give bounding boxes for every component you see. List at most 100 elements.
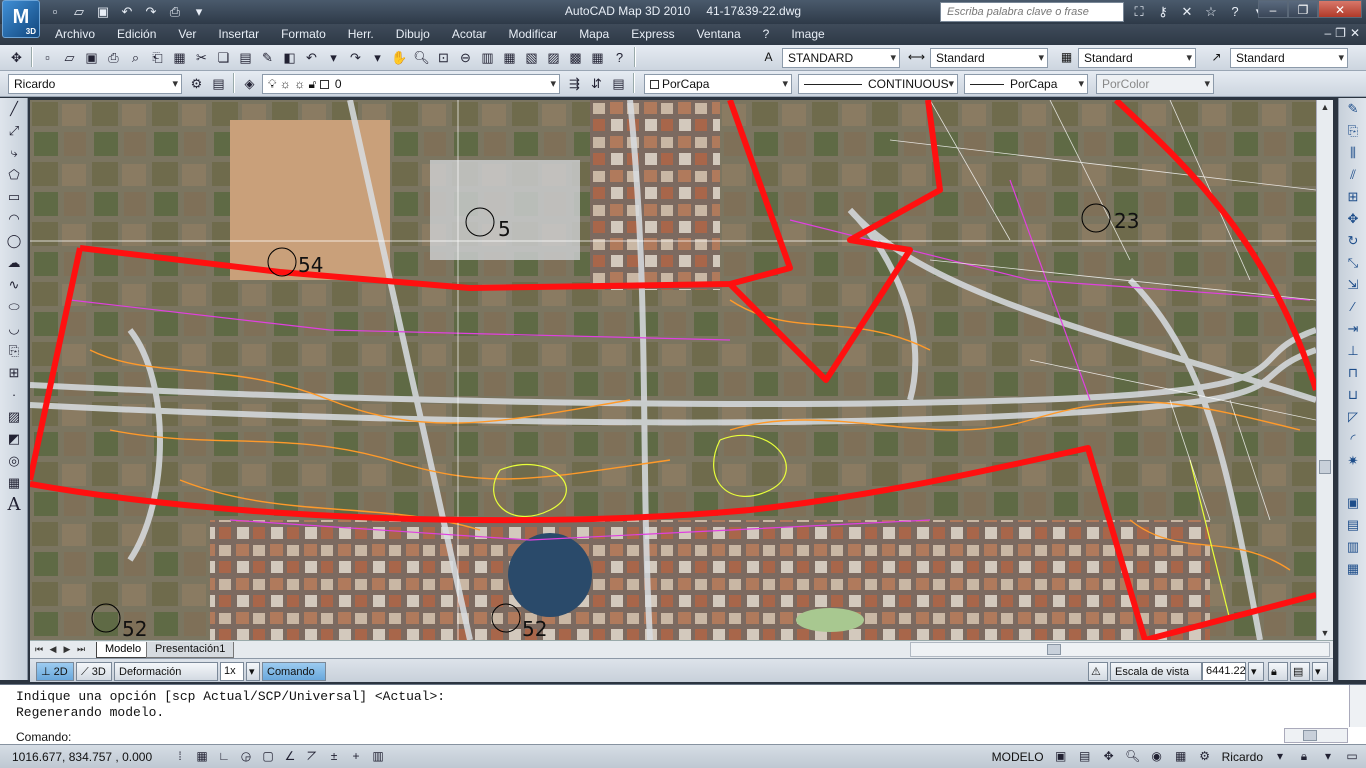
command-scrollbar[interactable] xyxy=(1349,685,1366,727)
ortho-icon[interactable]: ∟ xyxy=(214,747,234,766)
3d-dwf-icon[interactable]: ▦ xyxy=(169,47,190,68)
qat-dropdown-icon[interactable]: ▾ xyxy=(188,2,210,22)
erase-icon[interactable]: ✎ xyxy=(1340,98,1366,120)
layer-select[interactable]: 💡︎ ☼ ☼ 🔓︎ 0 xyxy=(262,74,560,94)
multiline-text-icon[interactable]: A xyxy=(1,494,27,516)
paste-icon[interactable]: ▤ xyxy=(235,47,256,68)
polar-tracking-icon[interactable]: ◶ xyxy=(236,747,256,766)
workspace-select[interactable]: Ricardo xyxy=(8,74,182,94)
mode-3d-button[interactable]: ⟋ 3D xyxy=(76,662,112,681)
lock-icon[interactable]: 🔒︎ xyxy=(1268,662,1288,681)
copy-icon[interactable]: ❏ xyxy=(213,47,234,68)
dim-style-icon[interactable]: ⟷ xyxy=(906,47,927,68)
minimize-button[interactable]: – xyxy=(1258,0,1288,18)
design-center-icon[interactable]: ▦ xyxy=(499,47,520,68)
zoom-realtime-icon[interactable]: 🔍︎ xyxy=(411,47,432,68)
plot-preview-icon[interactable]: ⌕ xyxy=(125,47,146,68)
workspace-status[interactable]: Ricardo xyxy=(1219,750,1266,764)
explode-icon[interactable]: ✷ xyxy=(1340,450,1366,472)
horizontal-scroll-thumb[interactable] xyxy=(1047,644,1061,655)
workspace-switch-icon[interactable]: ⚙ xyxy=(1195,747,1215,766)
extend-icon[interactable]: ⇥ xyxy=(1340,318,1366,340)
plot-icon[interactable]: ⎙ xyxy=(103,47,124,68)
zoom-status-icon[interactable]: 🔍︎ xyxy=(1123,747,1143,766)
new-drawing-icon[interactable]: ▫ xyxy=(37,47,58,68)
mleader-style-select[interactable]: Standard xyxy=(1230,48,1348,68)
redo-dropdown-icon[interactable]: ▾ xyxy=(367,47,388,68)
dynamic-input-icon[interactable]: ± xyxy=(324,747,344,766)
quick-properties-icon[interactable]: ▥ xyxy=(368,747,388,766)
table-style-select[interactable]: Standard xyxy=(1078,48,1196,68)
polyline-icon[interactable]: ⤷ xyxy=(1,142,27,164)
command-scroll-thumb[interactable] xyxy=(1303,730,1317,741)
zoom-window-icon[interactable]: ⊡ xyxy=(433,47,454,68)
tool-palettes-icon[interactable]: ▧ xyxy=(521,47,542,68)
command-horizontal-scrollbar[interactable] xyxy=(1284,728,1348,743)
save-drawing-icon[interactable]: ▣ xyxy=(81,47,102,68)
map-status-menu-icon[interactable]: ▾ xyxy=(1312,662,1328,681)
workspace-dropdown-icon[interactable]: ▾ xyxy=(1270,747,1290,766)
vertical-scrollbar[interactable]: ▲ ▼ xyxy=(1316,100,1333,640)
line-icon[interactable]: ╱ xyxy=(1,98,27,120)
print-icon[interactable]: ⎙ xyxy=(164,2,186,22)
construction-line-icon[interactable]: ⤢ xyxy=(1,120,27,142)
linetype-select[interactable]: CONTINUOUS xyxy=(798,74,958,94)
undo-icon[interactable]: ↶ xyxy=(116,2,138,22)
pan-grip-icon[interactable]: ✥ xyxy=(6,47,27,68)
close-button[interactable]: ✕ xyxy=(1318,0,1362,18)
fillet-icon[interactable]: ◜ xyxy=(1340,428,1366,450)
scale-icon[interactable]: ⤡ xyxy=(1340,252,1366,274)
block-editor-icon[interactable]: ◧ xyxy=(279,47,300,68)
region-icon[interactable]: ◎ xyxy=(1,450,27,472)
layer-states-icon[interactable]: ▤ xyxy=(608,73,629,94)
stretch-icon[interactable]: ⇲ xyxy=(1340,274,1366,296)
mleader-style-icon[interactable]: ↗ xyxy=(1206,47,1227,68)
save-icon[interactable]: ▣ xyxy=(92,2,114,22)
viewport-scale-icon[interactable]: ▥ xyxy=(1340,536,1366,558)
lineweight-select[interactable]: PorCapa xyxy=(964,74,1088,94)
help-book-icon[interactable]: ? xyxy=(609,47,630,68)
restore-button[interactable]: ❐ xyxy=(1288,0,1318,18)
workspace-settings-icon[interactable]: ⚙ xyxy=(186,73,207,94)
insert-block-icon[interactable]: ⎘ xyxy=(1,340,27,362)
vertical-exaggeration-value[interactable]: 1x xyxy=(220,662,244,681)
pan-status-icon[interactable]: ✥ xyxy=(1099,747,1119,766)
menu-item[interactable]: Ventana xyxy=(686,27,752,41)
toolbar-lock-icon[interactable]: 🔒︎ xyxy=(1294,747,1314,766)
help-search-input[interactable] xyxy=(940,2,1124,22)
redo-icon[interactable]: ↷ xyxy=(140,2,162,22)
publish-icon[interactable]: ⎗ xyxy=(147,47,168,68)
pan-realtime-icon[interactable]: ✋ xyxy=(389,47,410,68)
menu-item[interactable]: Mapa xyxy=(568,27,620,41)
match-properties-icon[interactable]: ✎ xyxy=(257,47,278,68)
properties-icon[interactable]: ▥ xyxy=(477,47,498,68)
quick-view-drawings-icon[interactable]: ▤ xyxy=(1075,747,1095,766)
doc-minimize-icon[interactable]: – xyxy=(1324,26,1331,40)
last-tab-icon[interactable]: ⏭ xyxy=(74,642,88,657)
grid-icon[interactable]: ▦ xyxy=(192,747,212,766)
ellipse-icon[interactable]: ⬭ xyxy=(1,296,27,318)
point-icon[interactable]: · xyxy=(1,384,27,406)
menu-item[interactable]: Image xyxy=(780,27,835,41)
undo-tool-icon[interactable]: ↶ xyxy=(301,47,322,68)
copy-object-icon[interactable]: ⎘ xyxy=(1340,120,1366,142)
trim-icon[interactable]: ⁄ xyxy=(1340,296,1366,318)
help-icon[interactable]: ? xyxy=(1224,2,1246,22)
model-space-toggle[interactable]: MODELO xyxy=(989,750,1047,764)
move-icon[interactable]: ✥ xyxy=(1340,208,1366,230)
menu-item[interactable]: Formato xyxy=(270,27,337,41)
object-snap-tracking-icon[interactable]: ∠ xyxy=(280,747,300,766)
object-snap-icon[interactable]: ▢ xyxy=(258,747,278,766)
layout-viewports-icon[interactable]: ▣ xyxy=(1340,492,1366,514)
snap-icon[interactable]: ⁞ xyxy=(170,747,190,766)
hatch-icon[interactable]: ▨ xyxy=(1,406,27,428)
mode-2d-button[interactable]: ⊥ 2D xyxy=(36,662,74,681)
command-input[interactable] xyxy=(80,729,1280,745)
binoculars-icon[interactable]: ⛶ xyxy=(1128,2,1150,22)
polygon-icon[interactable]: ⬠ xyxy=(1,164,27,186)
favorites-star-icon[interactable]: ☆ xyxy=(1200,2,1222,22)
menu-item[interactable]: Herr. xyxy=(337,27,385,41)
command-button[interactable]: Comando xyxy=(262,662,326,681)
circle-icon[interactable]: ◯ xyxy=(1,230,27,252)
ellipse-arc-icon[interactable]: ◡ xyxy=(1,318,27,340)
